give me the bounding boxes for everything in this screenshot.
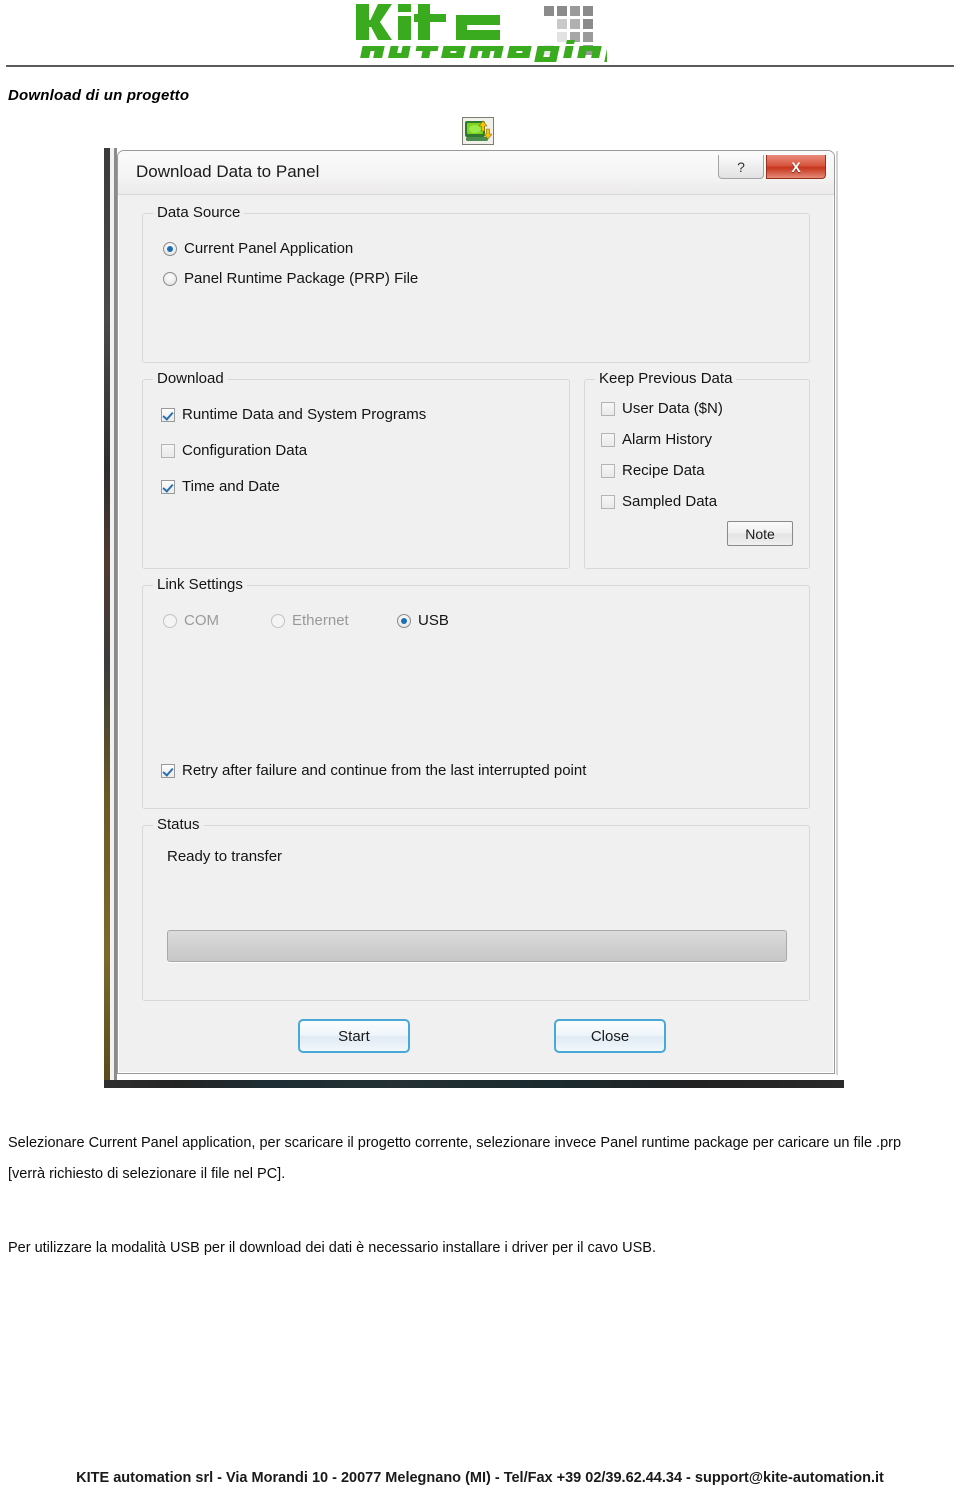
radio-label: COM [184, 612, 219, 629]
radio-indicator [397, 613, 411, 628]
header-divider [6, 65, 954, 67]
page-title: Download di un progetto [8, 87, 190, 104]
radio-label: Panel Runtime Package (PRP) File [184, 270, 419, 287]
checkbox-indicator [601, 401, 615, 416]
data-source-legend: Data Source [153, 204, 245, 221]
checkbox-label: Configuration Data [182, 442, 308, 459]
checkbox-label: User Data ($N) [622, 400, 723, 417]
checkbox-runtime-data-and-system-programs[interactable]: Runtime Data and System Programs [161, 406, 426, 423]
link-settings-legend: Link Settings [153, 576, 247, 593]
download-to-panel-icon[interactable] [462, 117, 494, 145]
dialog-titlebar: Download Data to Panel ? X [118, 151, 834, 195]
radio-usb[interactable]: USB [397, 612, 449, 629]
dialog-title: Download Data to Panel [136, 162, 320, 181]
download-legend: Download [153, 370, 228, 387]
checkbox-configuration-data[interactable]: Configuration Data [161, 442, 307, 459]
radio-indicator [163, 271, 177, 286]
checkbox-label: Alarm History [622, 431, 713, 448]
close-icon[interactable]: X [766, 155, 826, 179]
checkbox-time-and-date[interactable]: Time and Date [161, 478, 280, 495]
download-progress-bar [167, 930, 787, 962]
checkbox-recipe-data[interactable]: Recipe Data [601, 462, 705, 479]
radio-label: Current Panel Application [184, 240, 354, 257]
note-button[interactable]: Note [727, 521, 793, 546]
status-message: Ready to transfer [167, 848, 283, 865]
body-paragraph-2: Per utilizzare la modalità USB per il do… [8, 1240, 656, 1256]
checkbox-label: Runtime Data and System Programs [182, 406, 427, 423]
checkbox-label: Retry after failure and continue from th… [182, 762, 587, 779]
checkbox-alarm-history[interactable]: Alarm History [601, 431, 712, 448]
checkbox-label: Recipe Data [622, 462, 705, 479]
start-button[interactable]: Start [298, 1019, 410, 1053]
checkbox-indicator [601, 432, 615, 447]
radio-indicator [271, 613, 285, 628]
radio-panel-runtime-package-file[interactable]: Panel Runtime Package (PRP) File [163, 270, 418, 287]
checkbox-sampled-data[interactable]: Sampled Data [601, 493, 717, 510]
radio-label: USB [418, 612, 449, 629]
capture-edge-bottom [104, 1080, 844, 1088]
checkbox-indicator [161, 443, 175, 458]
page-footer: KITE automation srl - Via Morandi 10 - 2… [76, 1470, 884, 1486]
checkbox-indicator [161, 479, 175, 494]
status-legend: Status [153, 816, 204, 833]
checkbox-label: Sampled Data [622, 493, 718, 510]
radio-com[interactable]: COM [163, 612, 219, 629]
keep-previous-data-group: Keep Previous Data User Data ($N) Alarm … [584, 370, 810, 569]
radio-label: Ethernet [292, 612, 349, 629]
kite-automation-logo [352, 2, 607, 62]
checkbox-indicator [601, 463, 615, 478]
radio-ethernet[interactable]: Ethernet [271, 612, 349, 629]
status-group: Status Ready to transfer [142, 816, 810, 1001]
dialog-screenshot: Download Data to Panel ? X Data Source C… [104, 148, 844, 1088]
checkbox-user-data[interactable]: User Data ($N) [601, 400, 723, 417]
checkbox-retry-after-failure[interactable]: Retry after failure and continue from th… [161, 762, 586, 779]
radio-indicator [163, 613, 177, 628]
checkbox-label: Time and Date [182, 478, 280, 495]
dialog-right-edge [836, 151, 838, 1075]
checkbox-indicator [601, 494, 615, 509]
download-group: Download Runtime Data and System Program… [142, 370, 570, 569]
help-button[interactable]: ? [718, 155, 764, 179]
download-data-to-panel-dialog: Download Data to Panel ? X Data Source C… [117, 150, 838, 1075]
radio-indicator [163, 241, 177, 256]
link-settings-group: Link Settings COM Ethernet USB Retry aft… [142, 576, 810, 809]
checkbox-indicator [161, 407, 175, 422]
titlebar-buttons: ? X [718, 155, 826, 179]
body-paragraph-1: Selezionare Current Panel application, p… [8, 1135, 902, 1182]
data-source-group: Data Source Current Panel Application Pa… [142, 204, 810, 363]
close-button[interactable]: Close [554, 1019, 666, 1053]
keep-previous-data-legend: Keep Previous Data [595, 370, 737, 387]
page-header [0, 0, 960, 70]
radio-current-panel-application[interactable]: Current Panel Application [163, 240, 353, 257]
checkbox-indicator [161, 763, 175, 778]
